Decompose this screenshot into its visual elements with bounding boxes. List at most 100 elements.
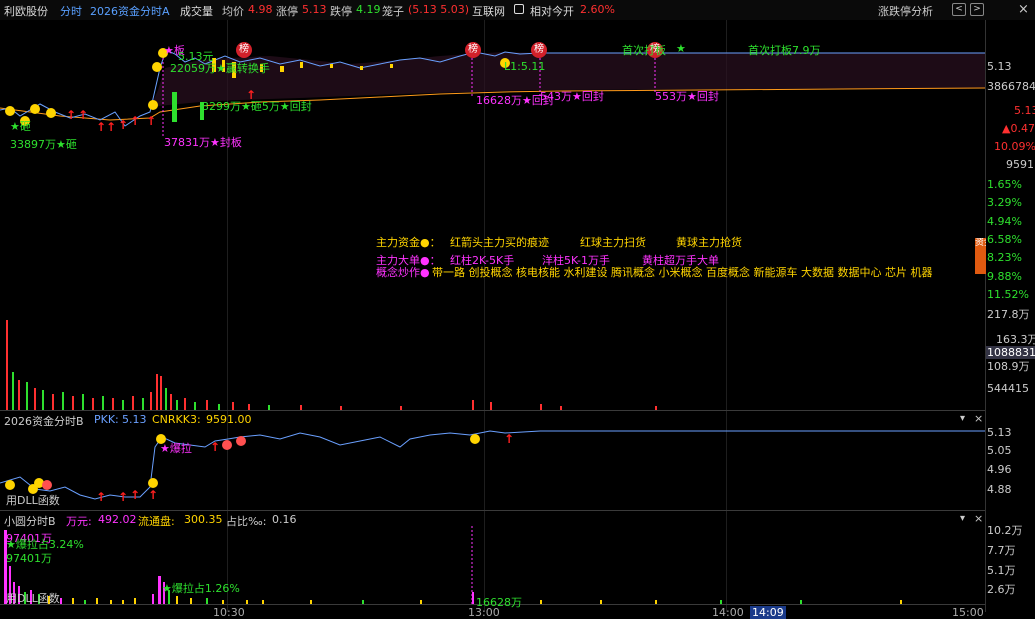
annotation-label: 22059万★赢转换手 [170, 62, 270, 75]
axis-label: 11.52% [987, 288, 1029, 301]
axis-label: 4.94% [987, 215, 1022, 228]
yellow-ball-marker [30, 104, 40, 114]
red-arrow-icon: ↑ [96, 120, 107, 134]
red-arrow-icon: ↑ [118, 490, 129, 504]
axis-label: 5.05 [987, 444, 1012, 457]
annotation-label: ★爆拉 [160, 442, 192, 455]
yellow-ball-marker [5, 106, 15, 116]
axis-label: 544415 [987, 382, 1029, 395]
annotation-label: 543万★回封 [540, 90, 604, 103]
annotation-label: 33897万★砸 [10, 138, 77, 151]
axis-label: 5.1万 [987, 564, 1016, 577]
close-icon[interactable]: × [1018, 2, 1029, 17]
dll-footer: 用DLL函数 [6, 494, 60, 507]
legend-row1-c: 黄球主力抢货 [676, 236, 742, 249]
chevron-left-icon[interactable]: < [952, 3, 966, 16]
yellow-ball-marker [148, 478, 158, 488]
annotation-label: 553万★回封 [655, 90, 719, 103]
axis-label: 9.88% [987, 270, 1022, 283]
legend-row1-title: 主力资金●： [376, 236, 441, 249]
axis-label: 4.96 [987, 463, 1012, 476]
rank-badge-icon[interactable]: 榜 [465, 42, 481, 58]
limit-down-value: 4.19 [356, 3, 381, 16]
star-icon: ★ [676, 42, 686, 55]
x-axis-label: 10:30 [213, 606, 245, 619]
sector-label[interactable]: 互联网 [472, 3, 505, 19]
avg-label: 均价 [222, 5, 244, 18]
red-arrow-icon: ↑ [130, 114, 141, 128]
main-price-chart[interactable] [0, 20, 985, 410]
annotation-label: ★爆拉占1.26% [162, 582, 240, 595]
limit-analysis-button[interactable]: 涨跌停分析 [878, 3, 933, 19]
relative-value: 2.60% [580, 3, 615, 16]
stock-name[interactable]: 利欧股份 [4, 3, 48, 19]
axis-label: 10.09% [994, 140, 1035, 153]
axis-label: 1.65% [987, 178, 1022, 191]
red-arrow-icon: ↑ [210, 440, 221, 454]
red-arrow-icon: ↑ [504, 432, 515, 446]
red-arrow-icon: ↑ [106, 120, 117, 134]
panel3-chart[interactable] [0, 526, 985, 604]
legend-row1-b: 红球主力扫货 [580, 236, 646, 249]
chevron-right-icon[interactable]: > [970, 3, 984, 16]
indicator-name[interactable]: 2026资金分时A [90, 3, 170, 19]
top-toolbar: 利欧股份 分时 2026资金分时A 成交量 均价 4.98 涨停 5.13 跌停… [0, 0, 1035, 20]
axis-label: 9591 [1006, 158, 1034, 171]
axis-label: 5.13 [987, 60, 1012, 73]
panel-divider [0, 510, 985, 511]
rank-badge-icon[interactable]: 榜 [531, 42, 547, 58]
dll-footer: 用DLL函数 [6, 592, 60, 605]
axis-label: 10.2万 [987, 524, 1023, 537]
volume-label[interactable]: 成交量 [180, 3, 213, 19]
checkbox-icon[interactable] [514, 4, 524, 14]
axis-label: 3.29% [987, 196, 1022, 209]
relative-label: 相对今开 [530, 5, 574, 18]
yellow-ball-marker [470, 434, 480, 444]
tab-fenshi[interactable]: 分时 [60, 3, 82, 19]
yellow-ball-marker [5, 480, 15, 490]
float-value: 300.35 [184, 513, 223, 526]
red-arrow-icon: ↑ [78, 108, 89, 122]
axis-label: 108.9万 [987, 360, 1030, 373]
red-arrow-icon: ↑ [96, 490, 107, 504]
cage-label: 笼子 [382, 5, 404, 18]
axis-label: 3866784 [987, 80, 1035, 93]
close-icon[interactable]: × [974, 412, 983, 425]
axis-label: 217.8万 [987, 308, 1030, 321]
rank-badge-icon[interactable]: 榜 [236, 42, 252, 58]
yellow-ball-marker [152, 62, 162, 72]
yellow-ball-marker [148, 100, 158, 110]
axis-label: 5.13 [1014, 104, 1035, 117]
axis-label: 6.58% [987, 233, 1022, 246]
axis-label: 8.23% [987, 251, 1022, 264]
axis-label: 2.6万 [987, 583, 1016, 596]
close-icon[interactable]: × [974, 512, 983, 525]
limit-down-label: 跌停 [330, 5, 352, 18]
ratio-value: 0.16 [272, 513, 297, 526]
x-axis-label: 14:00 [712, 606, 744, 619]
annotation-label: L1:5.11 [504, 60, 546, 73]
avg-value: 4.98 [248, 3, 273, 16]
red-arrow-icon: ↑ [130, 488, 141, 502]
annotation-label: 首次打板7.9万 [748, 44, 821, 57]
annotation-label: ★砸 [10, 120, 31, 133]
x-axis-label: 13:00 [468, 606, 500, 619]
side-tag[interactable]: 资金 [975, 238, 986, 274]
panel-menu-icon[interactable]: ▾ [960, 413, 965, 424]
red-arrow-icon: ↑ [146, 114, 157, 128]
annotation-label: 97401万 [6, 552, 52, 565]
legend-row1-a: 红箭头主力买的痕迹 [450, 236, 549, 249]
limit-up-label: 涨停 [276, 5, 298, 18]
limit-up-value: 5.13 [302, 3, 327, 16]
axis-label: 5.13 [987, 426, 1012, 439]
annotation-label: 37831万★封板 [164, 136, 242, 149]
concept-list: 带一路 创投概念 核电核能 水利建设 腾讯概念 小米概念 百度概念 新能源车 大… [432, 266, 933, 279]
axis-separator [985, 20, 986, 612]
annotation-label: 首次打板 [622, 44, 666, 57]
x-axis-label: 15:00 [952, 606, 984, 619]
red-arrow-icon: ↑ [118, 118, 129, 132]
panel-divider [0, 410, 985, 411]
x-axis-cursor-label: 14:09 [750, 606, 786, 619]
axis-label: 7.7万 [987, 544, 1016, 557]
panel-menu-icon[interactable]: ▾ [960, 513, 965, 524]
